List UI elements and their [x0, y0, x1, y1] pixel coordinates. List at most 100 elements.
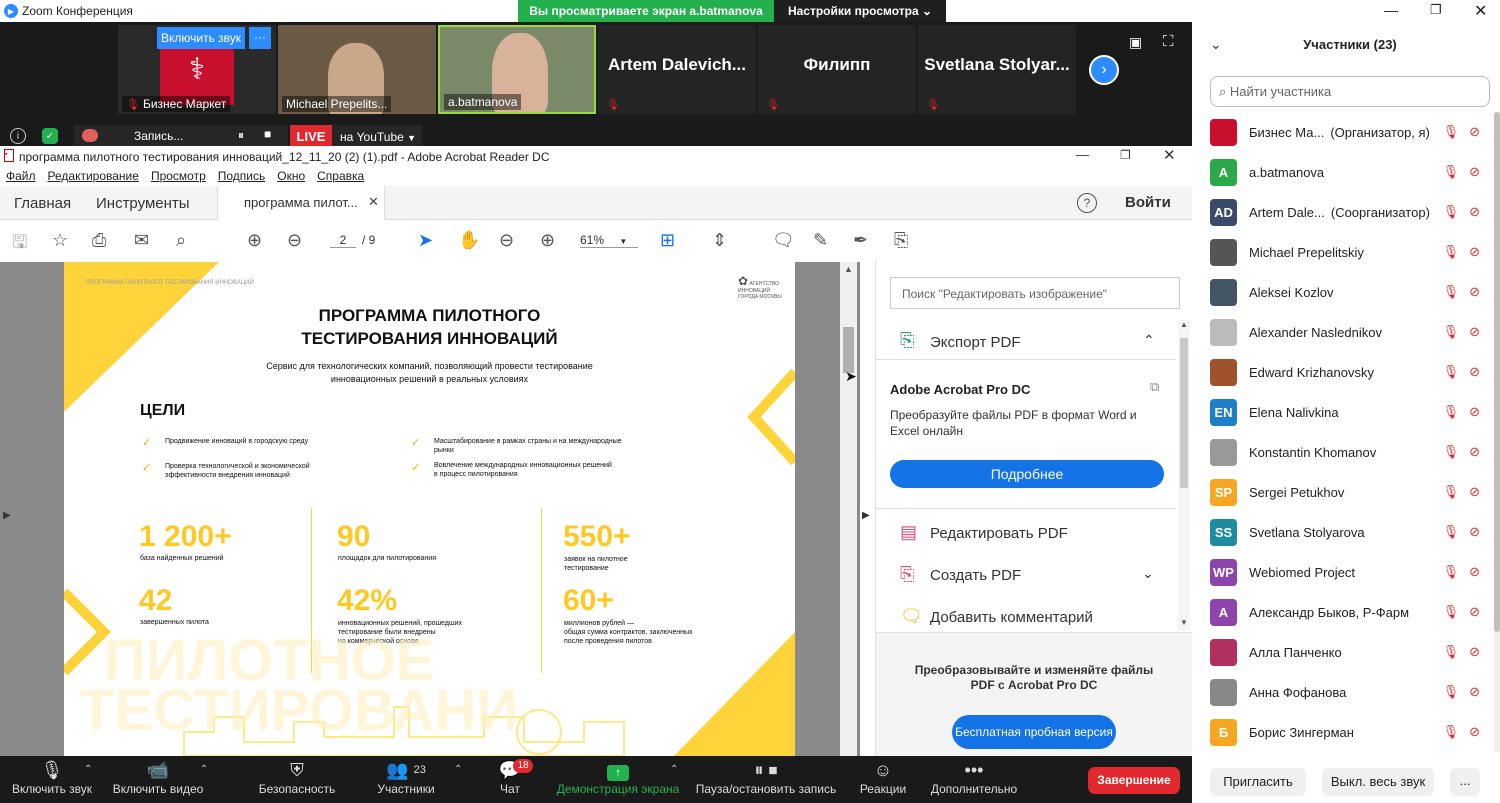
scrollbar-thumb[interactable]	[843, 327, 854, 373]
participant-row[interactable]: EN Elena Nalivkina 🎙 ⊘	[1210, 392, 1490, 432]
scroll-up-icon[interactable]: ▲	[1180, 320, 1188, 329]
tab-close-icon[interactable]: ✕	[368, 194, 379, 210]
search-zoom-icon[interactable]: ⌕	[176, 230, 200, 254]
acro-minimize-icon[interactable]: —	[1076, 147, 1089, 162]
participant-row[interactable]: WP Webiomed Project 🎙 ⊘	[1210, 552, 1490, 592]
participant-search-input[interactable]: ⌕ Найти участника	[1210, 76, 1490, 107]
participant-row[interactable]: А Александр Быков, Р-Фарм 🎙 ⊘	[1210, 592, 1490, 632]
document-viewport[interactable]: ▶ ПРОГРАММА ПИЛОТНОГО ТЕСТИРОВАНИЯ ИННОВ…	[0, 262, 870, 756]
minimize-icon[interactable]: —	[1384, 2, 1398, 18]
tools-scrollbar[interactable]: ▲ ▼	[1178, 320, 1190, 630]
create-pdf-tool[interactable]: ⎘ Создать PDF ⌄	[876, 560, 1176, 590]
participants-more-button[interactable]: ...	[1450, 768, 1480, 796]
chevron-up-icon[interactable]: ⌃	[1143, 332, 1155, 349]
doc-scrollbar[interactable]: ▲ ➤	[840, 262, 857, 756]
more-options-button[interactable]: ••• Дополнительно	[928, 756, 1020, 803]
export-pdf-tool[interactable]: ⎘ Экспорт PDF ⌃	[876, 324, 1176, 360]
start-video-button[interactable]: 📹 Включить видео	[108, 756, 208, 803]
menu-view[interactable]: Просмотр	[151, 169, 206, 183]
chevron-down-icon[interactable]: ⌄	[1142, 565, 1154, 582]
participant-row[interactable]: Бизнес Ма... (Организатор, я) 🎙 ⊘	[1210, 112, 1490, 152]
free-trial-button[interactable]: Бесплатная пробная версия	[952, 715, 1116, 749]
comment-icon[interactable]: 🗨	[772, 230, 796, 254]
participant-row[interactable]: Alexander Naslednikov 🎙 ⊘	[1210, 312, 1490, 352]
unmute-tooltip-button[interactable]: Включить звук	[157, 27, 245, 49]
tile-more-button[interactable]: ···	[249, 27, 271, 49]
participant-row[interactable]: Michael Prepelitskiy 🎙 ⊘	[1210, 232, 1490, 272]
participants-scrollbar[interactable]	[1494, 112, 1500, 752]
tab-home[interactable]: Главная	[14, 195, 71, 212]
shield-check-icon[interactable]: ✓	[42, 128, 58, 144]
caret-up-icon[interactable]: ⌃	[200, 764, 208, 775]
reactions-button[interactable]: ☺ Реакции	[852, 756, 914, 803]
participant-row[interactable]: Konstantin Khomanov 🎙 ⊘	[1210, 432, 1490, 472]
sign-in-link[interactable]: Войти	[1125, 194, 1171, 211]
print-icon[interactable]: ⎙	[92, 230, 116, 254]
end-meeting-button[interactable]: Завершение	[1088, 767, 1180, 794]
fullscreen-icon[interactable]: ⛶	[1163, 33, 1174, 50]
participant-row[interactable]: SS Svetlana Stolyarova 🎙 ⊘	[1210, 512, 1490, 552]
menu-help[interactable]: Справка	[317, 169, 364, 183]
save-icon[interactable]: 🖫	[12, 230, 36, 254]
caret-up-icon[interactable]: ⌃	[454, 764, 462, 775]
acro-close-icon[interactable]: ✕	[1163, 146, 1176, 164]
video-tile[interactable]: Michael Prepelits...	[278, 25, 436, 114]
caret-up-icon[interactable]: ⌃	[670, 764, 678, 775]
page-number-input[interactable]: 2	[330, 233, 356, 248]
scroll-up-icon[interactable]: ▲	[844, 264, 853, 274]
participant-row[interactable]: AD Artem Dale... (Соорганизатор) 🎙 ⊘	[1210, 192, 1490, 232]
copy-icon[interactable]: ⧉	[1150, 379, 1159, 395]
participant-row[interactable]: Aleksei Kozlov 🎙 ⊘	[1210, 272, 1490, 312]
mute-all-button[interactable]: Выкл. весь звук	[1322, 768, 1434, 796]
participant-row[interactable]: Алла Панченко 🎙 ⊘	[1210, 632, 1490, 672]
participant-row[interactable]: SP Sergei Petukhov 🎙 ⊘	[1210, 472, 1490, 512]
scroll-mode-icon[interactable]: ⇕	[712, 230, 736, 254]
share-screen-button[interactable]: ↑ Демонстрация экрана	[552, 756, 684, 803]
fit-page-icon[interactable]: ⊞	[660, 230, 684, 254]
caret-up-icon[interactable]: ⌃	[84, 764, 92, 775]
participant-row[interactable]: Анна Фофанова 🎙 ⊘	[1210, 672, 1490, 712]
acro-restore-icon[interactable]: ❐	[1120, 148, 1131, 162]
right-panel-toggle-icon[interactable]: ▶	[862, 510, 870, 521]
page-down-icon[interactable]: ⊖	[287, 230, 311, 254]
add-comment-tool[interactable]: 🗨 Добавить комментарий	[876, 602, 1176, 632]
gallery-view-icon[interactable]: ▣	[1129, 34, 1142, 51]
bookmark-star-icon[interactable]: ☆	[52, 230, 76, 254]
hand-tool-icon[interactable]: ✋	[458, 230, 482, 254]
menu-edit[interactable]: Редактирование	[48, 169, 139, 183]
scrollbar-thumb[interactable]	[1494, 112, 1500, 632]
tab-document[interactable]: программа пилот... ✕	[217, 186, 385, 220]
page-up-icon[interactable]: ⊕	[247, 230, 271, 254]
participant-row[interactable]: Edward Krizhanovsky 🎙 ⊘	[1210, 352, 1490, 392]
pause-recording-icon[interactable]: ⏸	[238, 128, 244, 143]
scrollbar-thumb[interactable]	[1180, 338, 1188, 488]
stop-recording-icon[interactable]: ■	[264, 127, 271, 141]
participant-row[interactable]: Б Борис Зингерман 🎙 ⊘	[1210, 712, 1490, 752]
more-details-button[interactable]: Подробнее	[890, 460, 1164, 488]
menu-window[interactable]: Окно	[277, 169, 305, 183]
info-icon[interactable]: i	[10, 128, 26, 144]
scroll-down-icon[interactable]: ▼	[1180, 618, 1188, 627]
tab-tools[interactable]: Инструменты	[96, 195, 190, 212]
participants-button[interactable]: 👥 23 Участники	[362, 756, 450, 803]
zoom-out-icon[interactable]: ⊖	[499, 230, 523, 254]
view-settings-button[interactable]: Настройки просмотра ⌄	[774, 0, 946, 22]
close-icon[interactable]: ✕	[1474, 1, 1487, 21]
help-icon[interactable]: ?	[1077, 193, 1097, 213]
tools-search-input[interactable]: Поиск "Редактировать изображение"	[890, 277, 1180, 309]
menu-sign[interactable]: Подпись	[218, 169, 266, 183]
video-tile[interactable]: Svetlana Stolyar... 🎙	[918, 25, 1076, 114]
zoom-in-icon[interactable]: ⊕	[540, 230, 564, 254]
restore-icon[interactable]: ❐	[1430, 2, 1442, 18]
video-tile-active[interactable]: a.batmanova	[438, 25, 596, 114]
edit-pdf-tool[interactable]: ▤ Редактировать PDF	[876, 518, 1176, 548]
zoom-level-dropdown[interactable]: 61% ▼	[580, 233, 638, 248]
invite-button[interactable]: Пригласить	[1210, 768, 1306, 796]
menu-file[interactable]: Файл	[6, 169, 36, 183]
email-icon[interactable]: ✉	[134, 230, 158, 254]
pause-recording-button[interactable]: ⏸ ⏹ Пауза/остановить запись	[694, 756, 838, 803]
left-panel-toggle-icon[interactable]: ▶	[3, 510, 11, 521]
highlight-pen-icon[interactable]: ✎	[813, 230, 837, 254]
next-page-arrow-icon[interactable]: ›	[1089, 55, 1119, 85]
select-cursor-icon[interactable]: ➤	[418, 230, 442, 254]
